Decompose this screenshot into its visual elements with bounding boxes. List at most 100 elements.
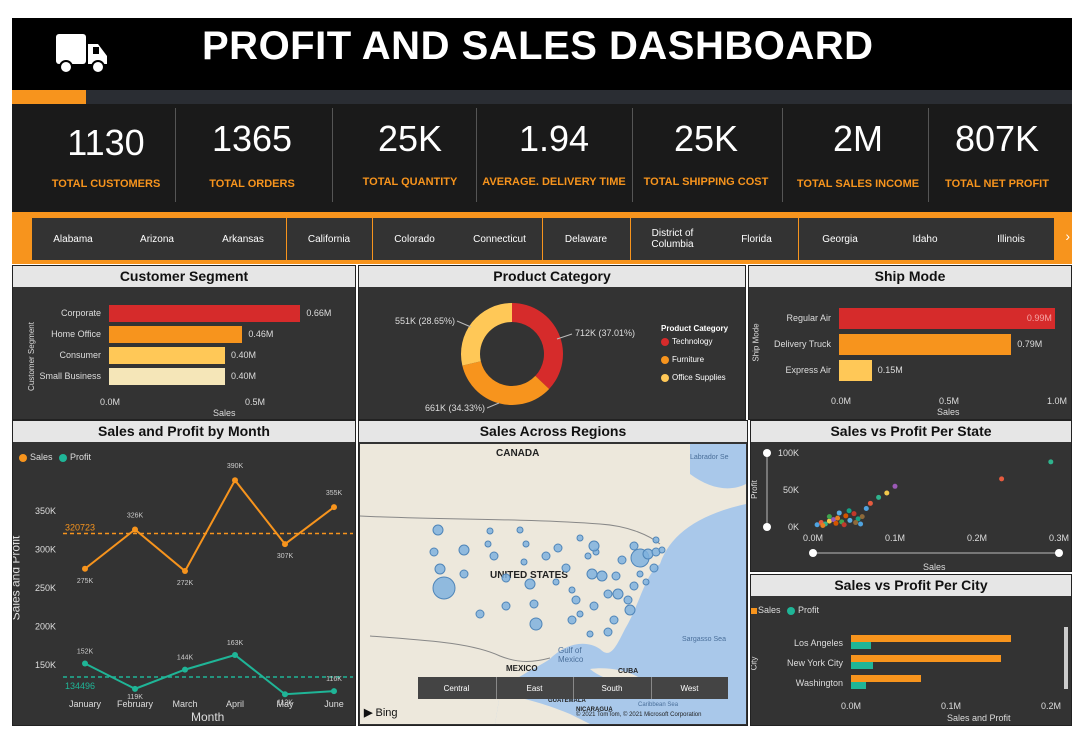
state-idaho[interactable]: Idaho	[882, 218, 968, 260]
map-bubble[interactable]	[603, 589, 613, 599]
map-bubble[interactable]	[629, 581, 639, 591]
map-bubble[interactable]	[553, 543, 563, 553]
data-point[interactable]	[232, 651, 238, 658]
region-tab-central[interactable]: Central	[418, 677, 495, 699]
map-bubble[interactable]	[484, 540, 492, 548]
map-bubble[interactable]	[652, 536, 660, 544]
data-point[interactable]	[132, 526, 138, 533]
segment-bar[interactable]	[109, 368, 225, 385]
map-bubble[interactable]	[623, 595, 633, 605]
segment-bar[interactable]	[109, 305, 301, 322]
map-bubble[interactable]	[642, 578, 650, 586]
data-point[interactable]	[232, 477, 238, 484]
zoom-handle[interactable]	[809, 549, 817, 557]
regions-map[interactable]: CANADA Labrador Se UNITED STATES Sargass…	[360, 444, 746, 724]
ship-mode-bar[interactable]	[839, 360, 872, 381]
state-arizona[interactable]: Arizona	[114, 218, 200, 260]
scatter-point[interactable]	[1048, 459, 1054, 465]
data-point[interactable]	[182, 666, 188, 673]
data-point[interactable]	[132, 685, 138, 692]
scatter-point[interactable]	[835, 515, 841, 521]
map-bubble[interactable]	[617, 555, 627, 565]
data-point[interactable]	[331, 504, 337, 511]
map-bubble[interactable]	[520, 558, 528, 566]
ship-mode-bar[interactable]	[839, 308, 1055, 329]
map-bubble[interactable]	[586, 630, 594, 638]
scatter-point[interactable]	[853, 520, 859, 526]
map-bubble[interactable]	[459, 569, 469, 579]
state-delaware[interactable]: Delaware	[542, 218, 630, 260]
map-bubble[interactable]	[576, 610, 584, 618]
segment-bar[interactable]	[109, 326, 243, 343]
map-bubble[interactable]	[612, 588, 624, 600]
map-bubble[interactable]	[642, 548, 654, 560]
donut-slice[interactable]	[512, 303, 563, 389]
state-connecticut[interactable]: Connecticut	[457, 218, 542, 260]
scatter-point[interactable]	[826, 514, 832, 520]
scatter-point[interactable]	[843, 513, 849, 519]
map-bubble[interactable]	[561, 563, 571, 573]
map-bubble[interactable]	[603, 627, 613, 637]
zoom-handle[interactable]	[763, 523, 771, 531]
map-bubble[interactable]	[596, 570, 608, 582]
zoom-handle[interactable]	[763, 449, 771, 457]
sales-bar[interactable]	[851, 675, 921, 682]
map-bubble[interactable]	[552, 578, 560, 586]
data-point[interactable]	[182, 568, 188, 575]
map-bubble[interactable]	[529, 599, 539, 609]
map-bubble[interactable]	[434, 563, 446, 575]
map-bubble[interactable]	[589, 601, 599, 611]
map-bubble[interactable]	[586, 568, 598, 580]
state-georgia[interactable]: Georgia	[798, 218, 882, 260]
legend-item[interactable]: Office Supplies	[661, 373, 726, 382]
scatter-point[interactable]	[847, 517, 853, 523]
state-florida[interactable]: Florida	[715, 218, 798, 260]
legend-item[interactable]: Furniture	[661, 355, 704, 364]
map-bubble[interactable]	[588, 540, 600, 552]
scatter-point[interactable]	[820, 523, 826, 529]
donut-slice[interactable]	[461, 303, 512, 366]
map-bubble[interactable]	[541, 551, 551, 561]
scatter-point[interactable]	[841, 522, 847, 528]
scatter-point[interactable]	[846, 508, 852, 514]
sales-bar[interactable]	[851, 655, 1001, 662]
map-bubble[interactable]	[524, 578, 536, 590]
donut-slice[interactable]	[462, 361, 550, 405]
sales-bar[interactable]	[851, 635, 1011, 642]
profit-bar[interactable]	[851, 642, 871, 649]
map-bubble[interactable]	[429, 547, 439, 557]
scatter-point[interactable]	[851, 511, 857, 517]
map-bubble[interactable]	[571, 595, 581, 605]
map-bubble[interactable]	[568, 586, 576, 594]
scatter-point[interactable]	[833, 520, 839, 526]
map-bubble[interactable]	[624, 604, 636, 616]
map-bubble[interactable]	[609, 615, 619, 625]
map-bubble[interactable]	[611, 571, 621, 581]
scatter-point[interactable]	[863, 506, 869, 511]
map-bubble[interactable]	[486, 527, 494, 535]
data-point[interactable]	[331, 688, 337, 695]
map-bubble[interactable]	[629, 541, 639, 551]
scatter-point[interactable]	[892, 483, 898, 489]
scatter-point[interactable]	[884, 490, 890, 496]
scatter-point[interactable]	[836, 510, 842, 516]
data-point[interactable]	[282, 691, 288, 698]
region-tab-west[interactable]: West	[650, 677, 728, 699]
scrollbar[interactable]	[1064, 627, 1068, 689]
map-bubble[interactable]	[649, 563, 659, 573]
scatter-point[interactable]	[859, 514, 865, 520]
scatter-point[interactable]	[876, 494, 882, 500]
map-bubble[interactable]	[636, 570, 644, 578]
state-california[interactable]: California	[286, 218, 372, 260]
map-bubble[interactable]	[489, 551, 499, 561]
map-bubble[interactable]	[522, 540, 530, 548]
state-arkansas[interactable]: Arkansas	[200, 218, 286, 260]
map-bubble[interactable]	[432, 524, 444, 536]
ship-mode-bar[interactable]	[839, 334, 1012, 355]
data-point[interactable]	[82, 565, 88, 572]
segment-bar[interactable]	[109, 347, 225, 364]
chevron-right-icon[interactable]: ›	[1065, 228, 1070, 244]
map-bubble[interactable]	[658, 546, 666, 554]
scatter-point[interactable]	[867, 500, 873, 506]
region-tab-south[interactable]: South	[573, 677, 650, 699]
